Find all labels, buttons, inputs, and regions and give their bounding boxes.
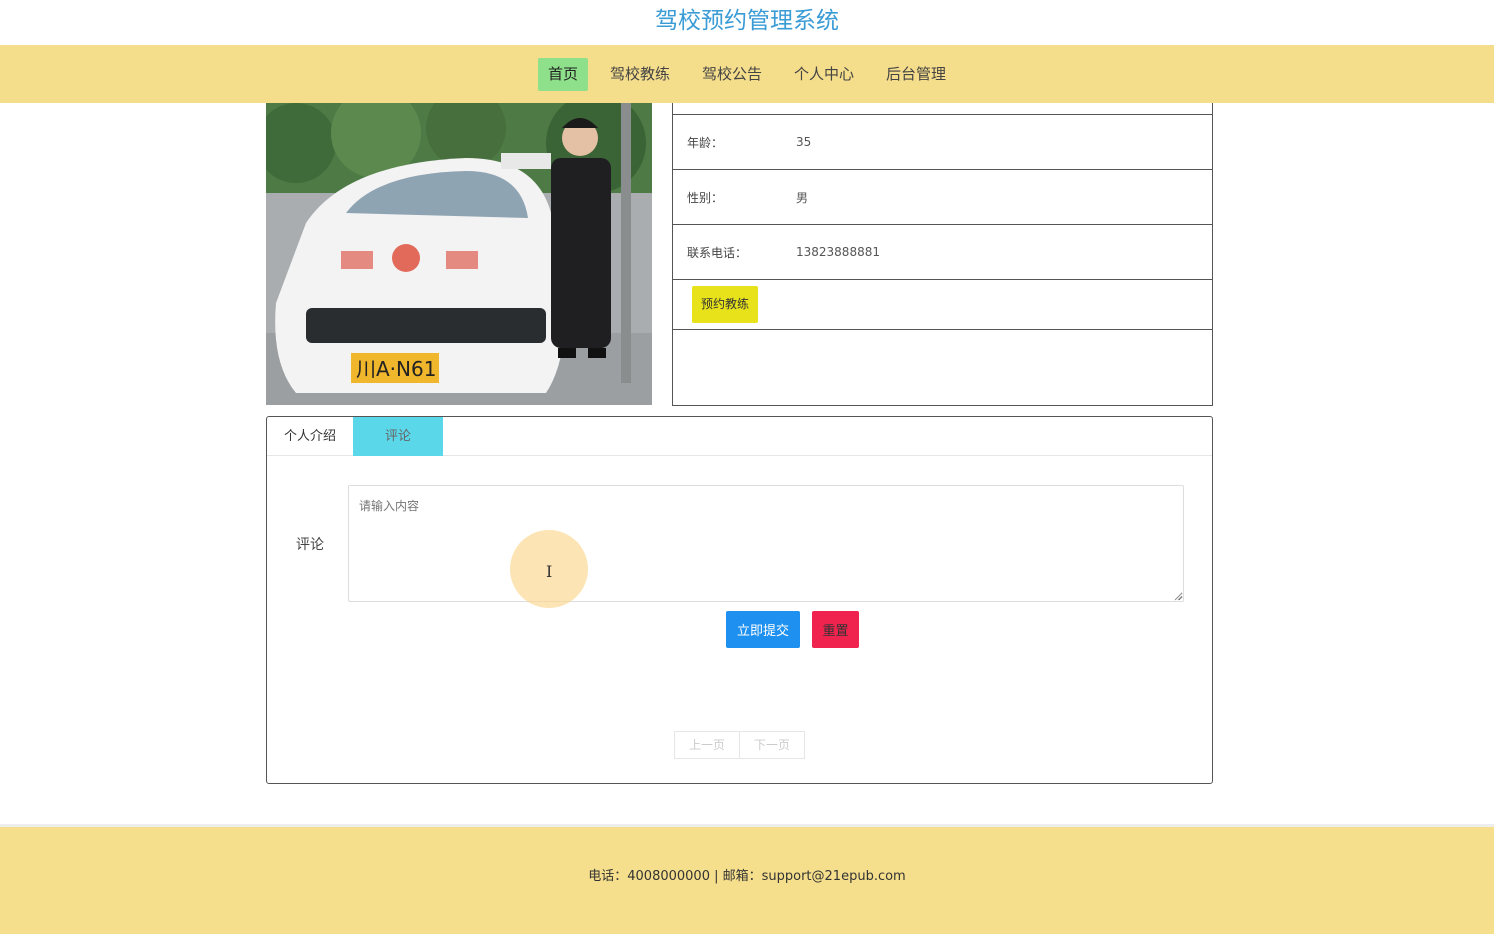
info-row-phone: 联系电话： 13823888881 (673, 225, 1212, 280)
nav-item-coaches[interactable]: 驾校教练 (600, 58, 680, 91)
text-cursor-icon: I (546, 562, 553, 581)
reset-button[interactable]: 重置 (812, 611, 859, 648)
footer: 电话：4008000000 | 邮箱：support@21epub.com (0, 824, 1494, 934)
prev-page-button[interactable]: 上一页 (674, 731, 741, 759)
comment-textarea[interactable] (348, 485, 1184, 602)
coach-info-table: 年龄： 35 性别： 男 联系电话： 13823888881 预约教练 (672, 103, 1213, 406)
detail-tabs-panel: 个人介绍 评论 评论 I 立即提交 重置 上一页 下一页 (266, 416, 1213, 784)
nav-item-admin[interactable]: 后台管理 (876, 58, 956, 91)
svg-text:川A·N61: 川A·N61 (356, 357, 436, 381)
pagination: 上一页 下一页 (674, 731, 806, 759)
book-coach-button[interactable]: 预约教练 (692, 286, 759, 323)
age-label: 年龄： (687, 135, 724, 150)
next-page-button[interactable]: 下一页 (740, 731, 806, 759)
gender-value: 男 (796, 190, 809, 205)
resize-grip-icon[interactable] (1173, 591, 1183, 601)
nav-item-home[interactable]: 首页 (537, 57, 588, 91)
info-row-top (673, 103, 1212, 115)
nav-item-user-center[interactable]: 个人中心 (784, 58, 864, 91)
info-row-gender: 性别： 男 (673, 170, 1212, 225)
comment-label: 评论 (296, 537, 324, 553)
gender-label: 性别： (687, 190, 724, 205)
tab-bar: 个人介绍 评论 (267, 417, 1212, 456)
main-nav: 首页 驾校教练 驾校公告 个人中心 后台管理 (0, 45, 1494, 103)
phone-value: 13823888881 (796, 245, 880, 259)
tab-comments[interactable]: 评论 (353, 417, 444, 456)
phone-label: 联系电话： (687, 245, 748, 260)
footer-contact: 电话：4008000000 | 邮箱：support@21epub.com (588, 869, 906, 884)
submit-comment-button[interactable]: 立即提交 (726, 611, 800, 648)
nav-item-announcements[interactable]: 驾校公告 (692, 58, 772, 91)
site-title: 驾校预约管理系统 (655, 8, 839, 34)
age-value: 35 (796, 135, 812, 149)
tab-introduction[interactable]: 个人介绍 (267, 417, 353, 456)
info-row-actions: 预约教练 (673, 280, 1212, 330)
coach-photo: 川A·N61 (266, 103, 652, 405)
info-row-age: 年龄： 35 (673, 115, 1212, 170)
